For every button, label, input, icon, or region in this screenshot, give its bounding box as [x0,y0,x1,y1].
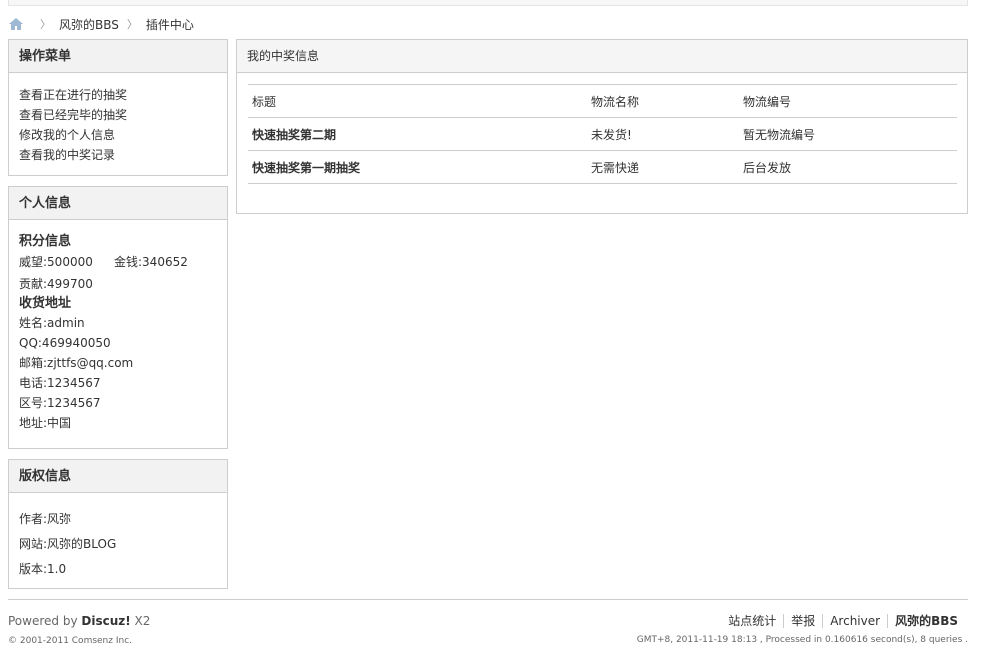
home-icon[interactable] [8,17,24,31]
menu-link-ongoing-lottery[interactable]: 查看正在进行的抽奖 [19,85,217,105]
winning-info-panel: 我的中奖信息 标题 物流名称 物流编号 快速抽奖第二期 未发货! 暂无物流编号 … [236,39,968,214]
contribution-value: 贡献:499700 [19,277,93,291]
website-value: 网站:风弥的BLOG [19,537,117,551]
column-header-logistics-number: 物流编号 [739,84,957,118]
winning-table: 标题 物流名称 物流编号 快速抽奖第二期 未发货! 暂无物流编号 快速抽奖第一期… [248,84,957,184]
menu-link-edit-profile[interactable]: 修改我的个人信息 [19,125,217,145]
prestige-value: 威望:500000 [19,255,93,269]
email-value: 邮箱:zjttfs@qq.com [19,356,134,370]
footer-link-stats[interactable]: 站点统计 [721,614,783,628]
footer-processing-stats: GMT+8, 2011-11-19 18:13 , Processed in 0… [636,635,968,645]
qq-value: QQ:469940050 [19,336,111,350]
row-title: 快速抽奖第二期 [248,117,587,151]
address-heading: 收货地址 [19,296,72,311]
operation-menu-title: 操作菜单 [9,40,227,73]
footer-link-site[interactable]: 风弥的BBS [887,614,958,628]
footer-link-report[interactable]: 举报 [783,614,822,628]
zone-value: 区号:1234567 [19,396,101,410]
table-row: 快速抽奖第二期 未发货! 暂无物流编号 [248,117,957,151]
row-logistics-name: 未发货! [587,117,739,151]
table-header-row: 标题 物流名称 物流编号 [248,84,957,118]
version-value: 版本:1.0 [19,562,67,576]
points-heading: 积分信息 [19,234,72,249]
menu-link-finished-lottery[interactable]: 查看已经完毕的抽奖 [19,105,217,125]
top-bar [8,0,968,6]
breadcrumb-site-link[interactable]: 风弥的BBS [59,16,119,33]
personal-info-panel: 个人信息 积分信息 威望:500000 金钱:340652 贡献:499700 … [8,186,228,449]
copyright-title: 版权信息 [9,460,227,493]
row-logistics-name: 无需快递 [587,150,739,184]
phone-value: 电话:1234567 [19,376,101,390]
author-value: 作者:风弥 [19,512,72,526]
address-value: 地址:中国 [19,416,72,430]
name-value: 姓名:admin [19,316,85,330]
operation-menu-panel: 操作菜单 查看正在进行的抽奖 查看已经完毕的抽奖 修改我的个人信息 查看我的中奖… [8,39,228,176]
money-value: 金钱:340652 [114,255,188,269]
footer-copyright: © 2001-2011 Comsenz Inc. [8,636,133,646]
personal-info-title: 个人信息 [9,187,227,220]
chevron-right-icon: 〉 [126,18,138,31]
powered-version: X2 [130,614,151,628]
powered-by: Powered by Discuz! X2 [8,614,150,628]
row-title: 快速抽奖第一期抽奖 [248,150,587,184]
menu-link-winning-records[interactable]: 查看我的中奖记录 [19,145,217,165]
footer: Powered by Discuz! X2 © 2001-2011 Comsen… [8,599,968,646]
winning-info-title: 我的中奖信息 [237,40,967,73]
column-header-logistics-name: 物流名称 [587,84,739,118]
discuz-link[interactable]: Discuz! [81,614,130,628]
footer-link-archiver[interactable]: Archiver [822,614,887,628]
table-row: 快速抽奖第一期抽奖 无需快递 后台发放 [248,150,957,184]
copyright-panel: 版权信息 作者:风弥 网站:风弥的BLOG 版本:1.0 [8,459,228,589]
column-header-title: 标题 [248,84,587,118]
footer-links: 站点统计 举报 Archiver 风弥的BBS [721,614,958,628]
row-logistics-number: 后台发放 [739,150,957,184]
breadcrumb-current: 插件中心 [145,17,194,32]
row-logistics-number: 暂无物流编号 [739,117,957,151]
powered-prefix: Powered by [8,614,82,628]
breadcrumb: 〉 风弥的BBS 〉 插件中心 [8,15,194,33]
chevron-right-icon: 〉 [40,18,51,31]
